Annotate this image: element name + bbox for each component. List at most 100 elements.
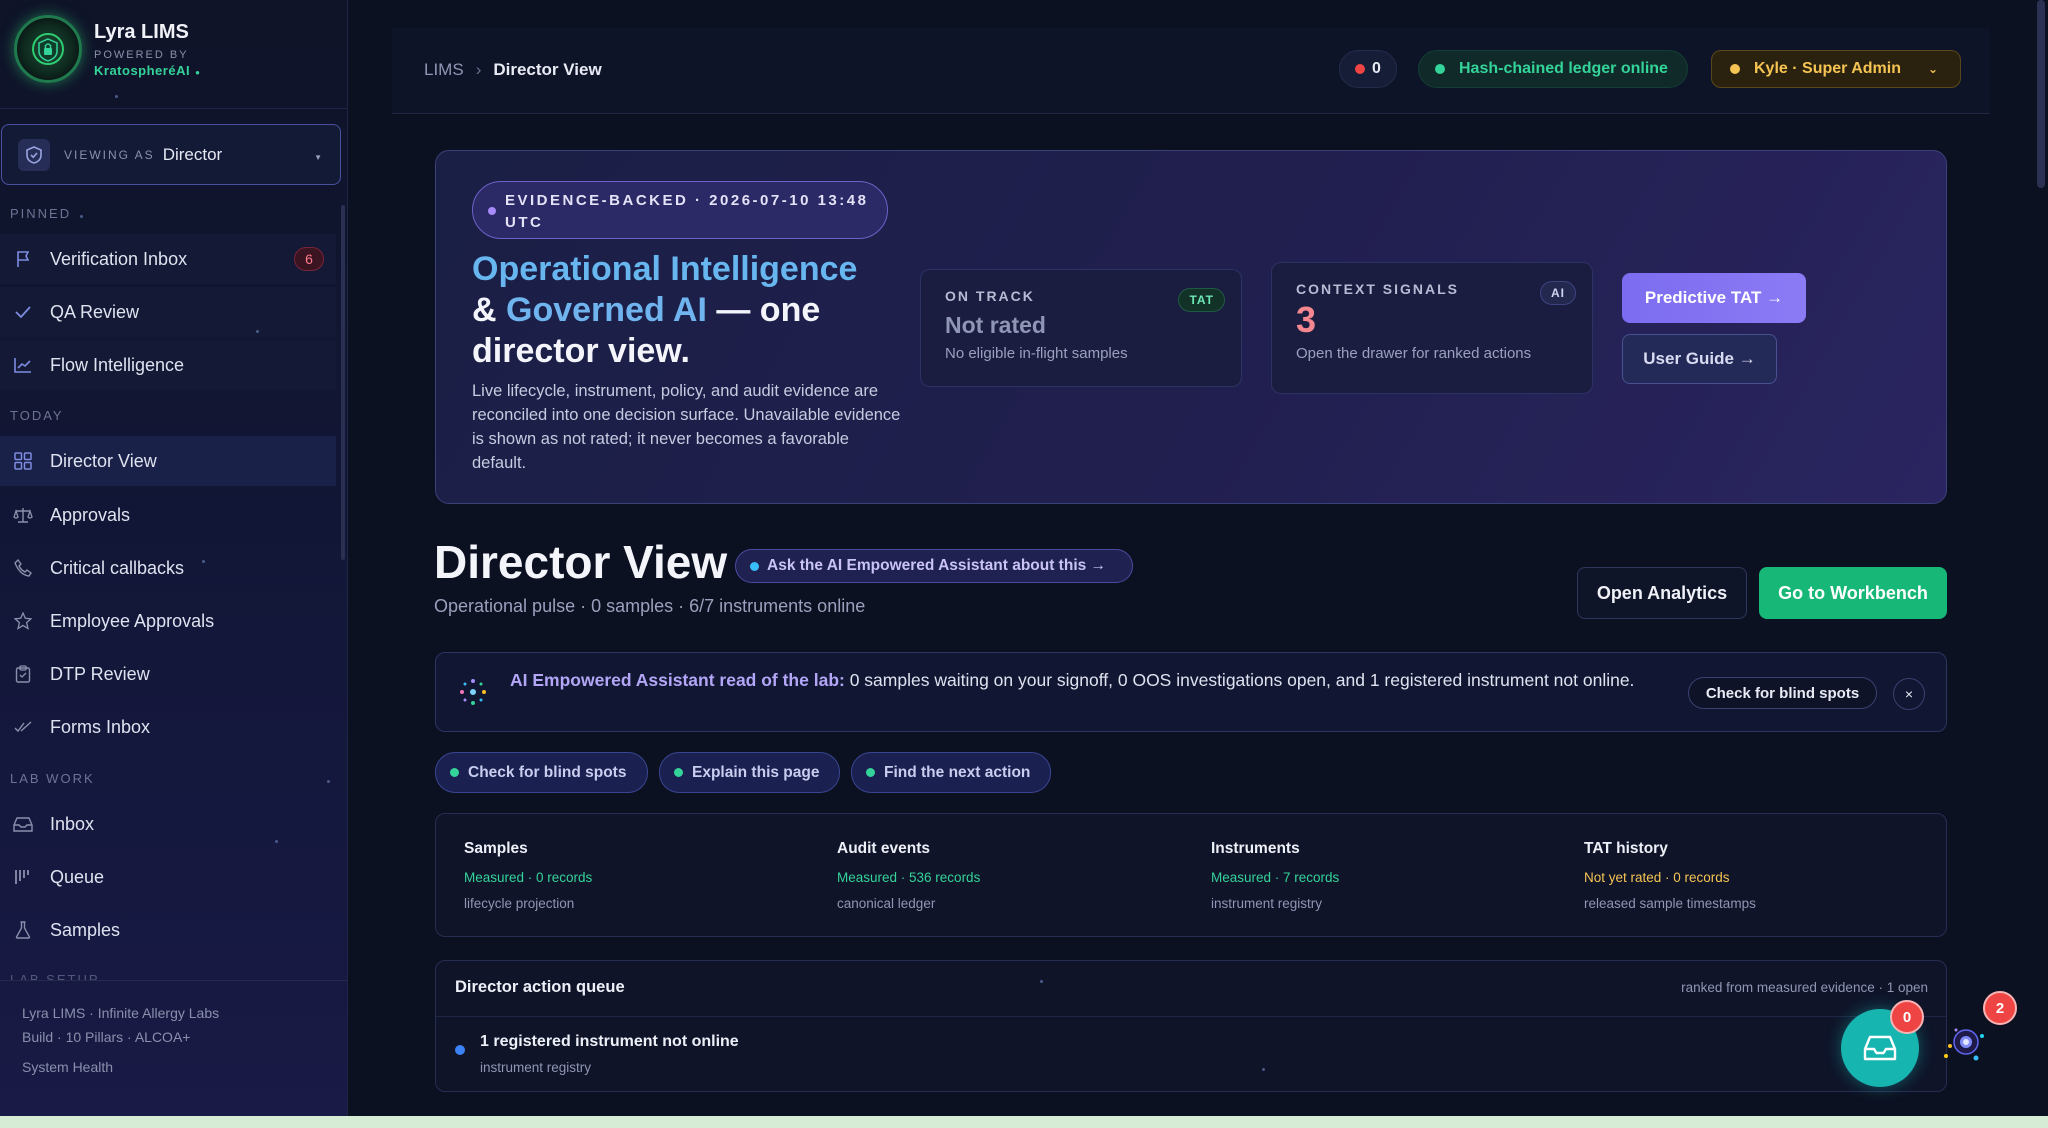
director-action-queue: Director action queue ranked from measur…: [435, 960, 1947, 1092]
hero-description: Live lifecycle, instrument, policy, and …: [472, 382, 901, 472]
topbar: LIMS › Director View 0 Hash-chained ledg…: [392, 28, 1990, 114]
decorative-star: [1262, 1068, 1265, 1071]
sidebar-item-verification-inbox[interactable]: Verification Inbox 6: [0, 234, 336, 284]
close-icon[interactable]: ×: [1893, 678, 1925, 710]
breadcrumb-root[interactable]: LIMS: [424, 60, 464, 80]
evidence-title: Instruments: [1211, 840, 1300, 857]
tat-tag: TAT: [1178, 288, 1225, 312]
queue-icon: [12, 866, 34, 888]
sidebar-item-label: Verification Inbox: [50, 248, 188, 269]
evidence-source: released sample timestamps: [1584, 896, 1756, 911]
user-menu[interactable]: Kyle · Super Admin ⌄: [1711, 50, 1961, 88]
sidebar-item-qa-review[interactable]: QA Review: [0, 287, 336, 337]
queue-title: Director action queue: [455, 978, 625, 996]
on-track-card[interactable]: ON TRACK TAT Not rated No eligible in-fl…: [920, 269, 1242, 387]
flag-icon: [12, 248, 34, 270]
evidence-status: Not yet rated · 0 records: [1584, 870, 1730, 885]
hero-title-part-a: Operational Intelligence: [472, 250, 858, 288]
sidebar-item-dtp-review[interactable]: DTP Review: [0, 649, 336, 699]
evidence-instruments: Instruments Measured · 7 records instrum…: [1211, 840, 1339, 911]
predictive-tat-button[interactable]: Predictive TAT →: [1622, 273, 1806, 323]
footer-org: Lyra LIMS · Infinite Allergy Labs: [22, 1005, 220, 1021]
open-analytics-button[interactable]: Open Analytics: [1577, 567, 1747, 619]
decorative-star: [202, 560, 205, 563]
sidebar-item-label: Samples: [50, 919, 121, 940]
evidence-status: Measured · 0 records: [464, 870, 593, 885]
ledger-status-pill[interactable]: Hash-chained ledger online: [1418, 50, 1688, 88]
decorative-star: [1040, 980, 1043, 983]
sidebar-item-queue[interactable]: Queue: [0, 852, 336, 902]
evidence-source: lifecycle projection: [464, 896, 575, 911]
quick-action-blind-spots[interactable]: Check for blind spots: [435, 752, 648, 793]
context-signals-card[interactable]: CONTEXT SIGNALS AI 3 Open the drawer for…: [1271, 262, 1593, 394]
scale-icon: [12, 504, 34, 526]
inbox-fab-badge: 0: [1890, 1000, 1924, 1034]
sidebar-item-label: Forms Inbox: [50, 716, 151, 737]
check-blind-spots-button[interactable]: Check for blind spots: [1688, 677, 1877, 709]
hero-panel: EVIDENCE-BACKED · 2026-07-10 13:48 UTC O…: [435, 150, 1947, 504]
section-lab-work: LAB WORK: [10, 771, 95, 786]
user-dot-icon: [1730, 64, 1740, 74]
chevron-down-icon: ⌄: [1927, 62, 1938, 76]
evidence-status: Measured · 536 records: [837, 870, 981, 885]
evidence-title: TAT history: [1584, 840, 1668, 857]
evidence-source: canonical ledger: [837, 896, 936, 911]
quick-dot-icon: [866, 768, 875, 777]
sidebar-item-samples[interactable]: Samples: [0, 905, 336, 955]
user-name: Kyle · Super Admin: [1754, 60, 1901, 77]
sidebar-item-flow-intelligence[interactable]: Flow Intelligence: [0, 340, 336, 390]
alert-count-pill[interactable]: 0: [1339, 50, 1397, 88]
sidebar-scrollbar[interactable]: [341, 205, 345, 560]
sidebar-item-director-view[interactable]: Director View: [0, 436, 336, 486]
shield-icon: [18, 138, 50, 171]
sparkle-icon: [460, 679, 486, 705]
quick-dot-icon: [674, 768, 683, 777]
bottom-strip: [0, 1116, 2048, 1128]
footer-build: Build · 10 Pillars · ALCOA+: [22, 1029, 191, 1045]
phone-icon: [12, 557, 34, 579]
sidebar-item-label: Employee Approvals: [50, 610, 215, 631]
role-switcher[interactable]: VIEWING AS Director ▼: [1, 124, 341, 185]
evidence-tat-history: TAT history Not yet rated · 0 records re…: [1584, 840, 1756, 911]
ask-assistant-chip[interactable]: Ask the AI Empowered Assistant about thi…: [735, 549, 1133, 583]
assistant-dot-icon: [750, 561, 759, 571]
sidebar-item-inbox[interactable]: Inbox: [0, 799, 336, 849]
page-scrollbar[interactable]: [2037, 0, 2045, 188]
orb-badge: 2: [1983, 991, 2017, 1025]
ask-assistant-label: Ask the AI Empowered Assistant about thi…: [767, 557, 1107, 574]
flask-icon: [12, 919, 34, 941]
sidebar-item-label: Inbox: [50, 813, 95, 834]
priority-dot-icon: [455, 1045, 465, 1055]
ai-tag: AI: [1540, 281, 1576, 305]
queue-meta: ranked from measured evidence · 1 open: [1681, 980, 1928, 995]
assistant-text: 0 samples waiting on your signoff, 0 OOS…: [844, 670, 1635, 690]
quick-action-label: Check for blind spots: [468, 763, 627, 781]
system-health-link[interactable]: System Health: [22, 1055, 348, 1079]
quick-action-explain[interactable]: Explain this page: [659, 752, 840, 793]
quick-action-next[interactable]: Find the next action: [851, 752, 1051, 793]
sidebar-item-critical-callbacks[interactable]: Critical callbacks: [0, 543, 336, 593]
context-value: 3: [1296, 299, 1317, 340]
double-check-icon: [12, 716, 34, 738]
grid-icon: [12, 450, 34, 472]
sidebar-item-label: Queue: [50, 866, 105, 887]
sidebar-item-forms-inbox[interactable]: Forms Inbox: [0, 702, 336, 752]
check-icon: [12, 301, 34, 323]
brand-title: Lyra LIMS: [94, 20, 189, 43]
sidebar-item-approvals[interactable]: Approvals: [0, 490, 336, 540]
user-guide-button[interactable]: User Guide →: [1622, 334, 1777, 384]
evidence-timestamp-chip: EVIDENCE-BACKED · 2026-07-10 13:48 UTC: [472, 181, 888, 239]
brand[interactable]: Lyra LIMS POWERED BY KratospheréAI: [14, 12, 200, 86]
operational-pulse: Operational pulse · 0 samples · 6/7 inst…: [434, 596, 866, 616]
quick-action-label: Find the next action: [884, 763, 1031, 781]
brand-company: KratospheréAI: [94, 63, 200, 78]
decorative-star: [115, 95, 118, 98]
go-to-workbench-button[interactable]: Go to Workbench: [1759, 567, 1947, 619]
quick-action-label: Explain this page: [692, 763, 820, 781]
sidebar-item-employee-approvals[interactable]: Employee Approvals: [0, 596, 336, 646]
queue-row[interactable]: 1 registered instrument not online instr…: [455, 1033, 739, 1075]
lyra-logo-icon: [14, 15, 82, 83]
ai-orb-icon[interactable]: [1942, 1016, 1996, 1070]
verification-count-badge: 6: [294, 247, 324, 271]
decorative-star: [80, 215, 83, 218]
